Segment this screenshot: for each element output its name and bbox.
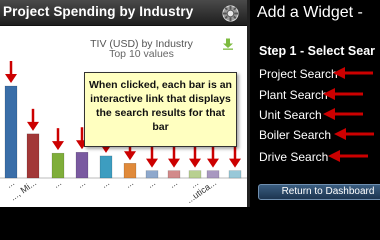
return-to-dashboard-button[interactable]: Return to Dashboard (258, 184, 380, 200)
chart-bar[interactable] (145, 170, 159, 179)
x-tick-label: ... (145, 177, 157, 190)
chart-bar[interactable] (167, 170, 181, 179)
widget-header: Project Spending by Industry (0, 0, 247, 26)
x-tick-label: ... (167, 177, 179, 190)
x-tick-label: ... (123, 177, 135, 190)
chart-bar[interactable] (206, 170, 220, 179)
arrow-down-icon (168, 145, 180, 168)
widget-title: Project Spending by Industry (3, 4, 194, 19)
chart-area: ......, Mi........................ ...uti… (0, 26, 247, 207)
arrow-left-icon (323, 88, 363, 100)
download-icon[interactable] (222, 38, 234, 50)
chart-bar[interactable] (228, 170, 242, 179)
x-tick-label: ... (75, 177, 87, 190)
gear-icon[interactable] (221, 4, 240, 23)
arrow-left-icon (334, 128, 374, 140)
add-widget-title: Add a Widget - (257, 4, 363, 21)
arrow-down-icon (27, 108, 39, 131)
chart-bar[interactable] (99, 155, 113, 179)
step-label: Step 1 - Select Sear (259, 44, 376, 58)
arrow-down-icon (207, 145, 219, 168)
chart-subtitle: Top 10 values (109, 48, 174, 60)
arrow-down-icon (52, 128, 64, 151)
plant-search-link[interactable]: Plant Search (259, 88, 328, 102)
arrow-down-icon (229, 145, 241, 168)
add-widget-panel: Add a Widget - Step 1 - Select Sear Proj… (247, 0, 380, 207)
arrow-left-icon (333, 67, 373, 79)
tooltip-callout: When clicked, each bar is an interactive… (84, 72, 237, 147)
chart-bar[interactable] (51, 152, 65, 179)
chart-bar[interactable] (75, 151, 89, 179)
x-tick-label: ... (99, 177, 111, 190)
chart-widget-panel: Project Spending by Industry ......, Mi.… (0, 0, 247, 207)
project-search-link[interactable]: Project Search (259, 67, 338, 81)
x-tick-label: ... (51, 177, 63, 190)
arrow-down-icon (146, 145, 158, 168)
arrow-down-icon (189, 145, 201, 168)
arrow-left-icon (323, 108, 363, 120)
arrow-down-icon (5, 61, 17, 83)
chart-bar[interactable] (26, 133, 40, 179)
boiler-search-link[interactable]: Boiler Search (259, 128, 331, 142)
chart-bar[interactable] (4, 85, 18, 179)
chart-bar[interactable] (188, 170, 202, 179)
arrow-left-icon (328, 150, 368, 162)
drive-search-link[interactable]: Drive Search (259, 150, 328, 164)
chart-bar[interactable] (123, 163, 137, 179)
x-tick-label: ... (4, 177, 16, 190)
unit-search-link[interactable]: Unit Search (259, 108, 322, 122)
